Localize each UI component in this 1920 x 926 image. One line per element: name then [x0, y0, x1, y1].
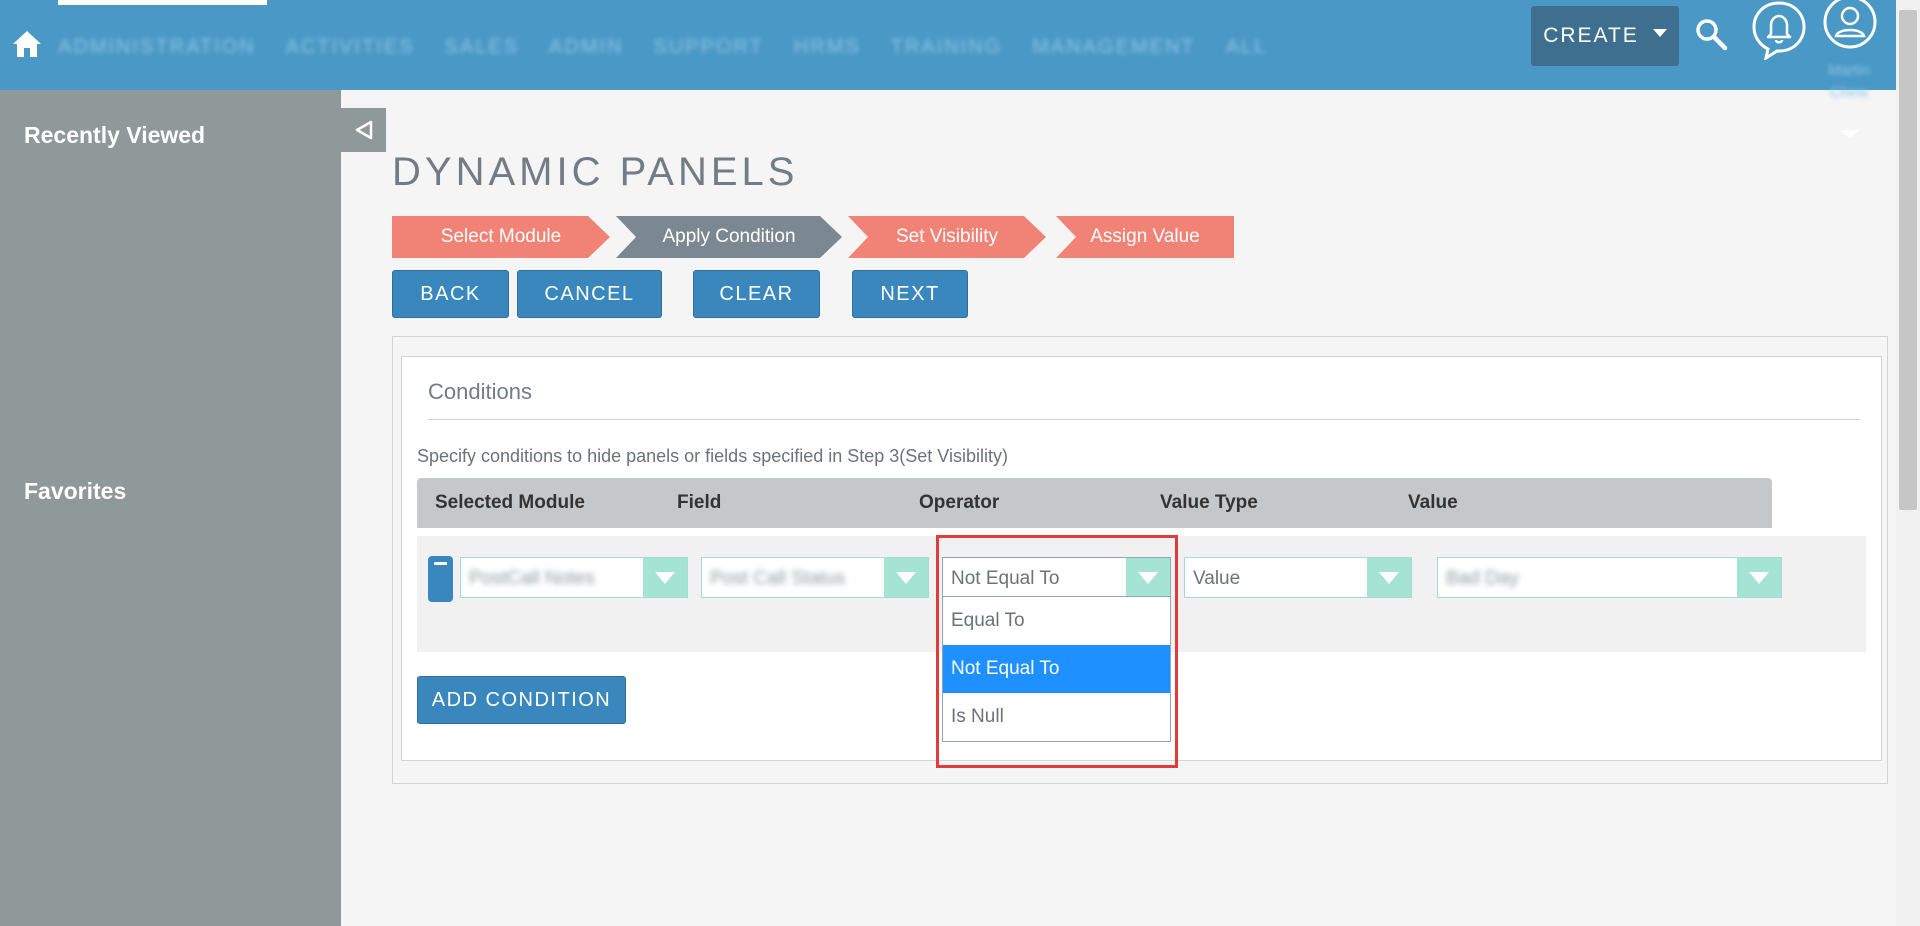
page-title: DYNAMIC PANELS: [392, 150, 799, 194]
home-icon[interactable]: [11, 28, 43, 60]
page-scrollbar-thumb[interactable]: [1899, 10, 1917, 510]
conditions-table-header: Selected Module Field Operator Value Typ…: [417, 478, 1772, 528]
value-select[interactable]: Bad Day: [1437, 557, 1782, 598]
menu-item[interactable]: ADMINISTRATION: [58, 36, 256, 59]
step-label: Set Visibility: [895, 226, 999, 247]
chevron-down-icon: [1737, 558, 1781, 597]
chevron-down-icon: [643, 558, 687, 597]
triangle-left-icon: [355, 120, 372, 140]
column-header: Selected Module: [435, 492, 585, 513]
back-button[interactable]: BACK: [392, 270, 509, 318]
menu-item[interactable]: ADMIN: [549, 36, 623, 59]
step-label: Select Module: [440, 226, 562, 247]
divider: [428, 419, 1860, 420]
value-type-select-value: Value: [1193, 568, 1241, 589]
menu-item[interactable]: MANAGEMENT: [1032, 36, 1195, 59]
column-header: Field: [677, 492, 722, 513]
step-set-visibility[interactable]: Set Visibility: [848, 216, 1046, 258]
active-tab-indicator: [58, 0, 267, 5]
conditions-title: Conditions: [428, 379, 532, 404]
add-condition-button[interactable]: ADD CONDITION: [417, 676, 626, 724]
step-select-module[interactable]: Select Module: [392, 216, 610, 258]
notification-bell-icon[interactable]: [1750, 0, 1808, 60]
highlight-annotation-box: [936, 535, 1178, 768]
menu-item[interactable]: ALL: [1226, 36, 1268, 59]
module-select-value: PostCall Notes: [469, 568, 595, 589]
menu-item[interactable]: TRAINING: [891, 36, 1003, 59]
conditions-description: Specify conditions to hide panels or fie…: [417, 446, 1008, 466]
step-assign-value[interactable]: Assign Value: [1056, 216, 1234, 258]
user-name[interactable]: Martin Chew: [1818, 60, 1880, 104]
user-avatar-icon[interactable]: [1820, 0, 1880, 50]
recently-viewed-heading: Recently Viewed: [24, 122, 206, 148]
create-button[interactable]: CREATE: [1531, 6, 1679, 66]
search-icon[interactable]: [1694, 17, 1728, 51]
module-select[interactable]: PostCall Notes: [460, 557, 688, 598]
menu-item[interactable]: ACTIVITIES: [286, 36, 415, 59]
sidebar-collapse-button[interactable]: [341, 108, 386, 152]
create-label: CREATE: [1543, 24, 1639, 47]
favorites-heading: Favorites: [24, 478, 127, 504]
user-menu-caret-icon[interactable]: [1840, 130, 1860, 138]
step-label: Apply Condition: [662, 226, 796, 247]
next-button[interactable]: NEXT: [852, 270, 968, 318]
column-header: Value: [1408, 492, 1458, 513]
sidebar: Recently Viewed Favorites: [0, 90, 341, 926]
chevron-down-icon: [884, 558, 928, 597]
menu-item[interactable]: SALES: [445, 36, 519, 59]
caret-down-icon: [1652, 29, 1667, 37]
clear-button[interactable]: CLEAR: [693, 270, 820, 318]
field-select[interactable]: Post Call Status: [701, 557, 929, 598]
row-drag-handle[interactable]: [428, 556, 453, 602]
main-menu: ADMINISTRATION ACTIVITIES SALES ADMIN SU…: [58, 36, 1267, 59]
chevron-down-icon: [1367, 558, 1411, 597]
value-type-select[interactable]: Value: [1184, 557, 1412, 598]
menu-item[interactable]: SUPPORT: [653, 36, 763, 59]
column-header: Value Type: [1160, 492, 1258, 513]
step-label: Assign Value: [1090, 226, 1200, 247]
column-header: Operator: [919, 492, 1000, 513]
menu-item[interactable]: HRMS: [794, 36, 861, 59]
value-select-value: Bad Day: [1446, 568, 1519, 589]
field-select-value: Post Call Status: [710, 568, 846, 589]
cancel-button[interactable]: CANCEL: [517, 270, 662, 318]
step-apply-condition[interactable]: Apply Condition: [616, 216, 842, 258]
